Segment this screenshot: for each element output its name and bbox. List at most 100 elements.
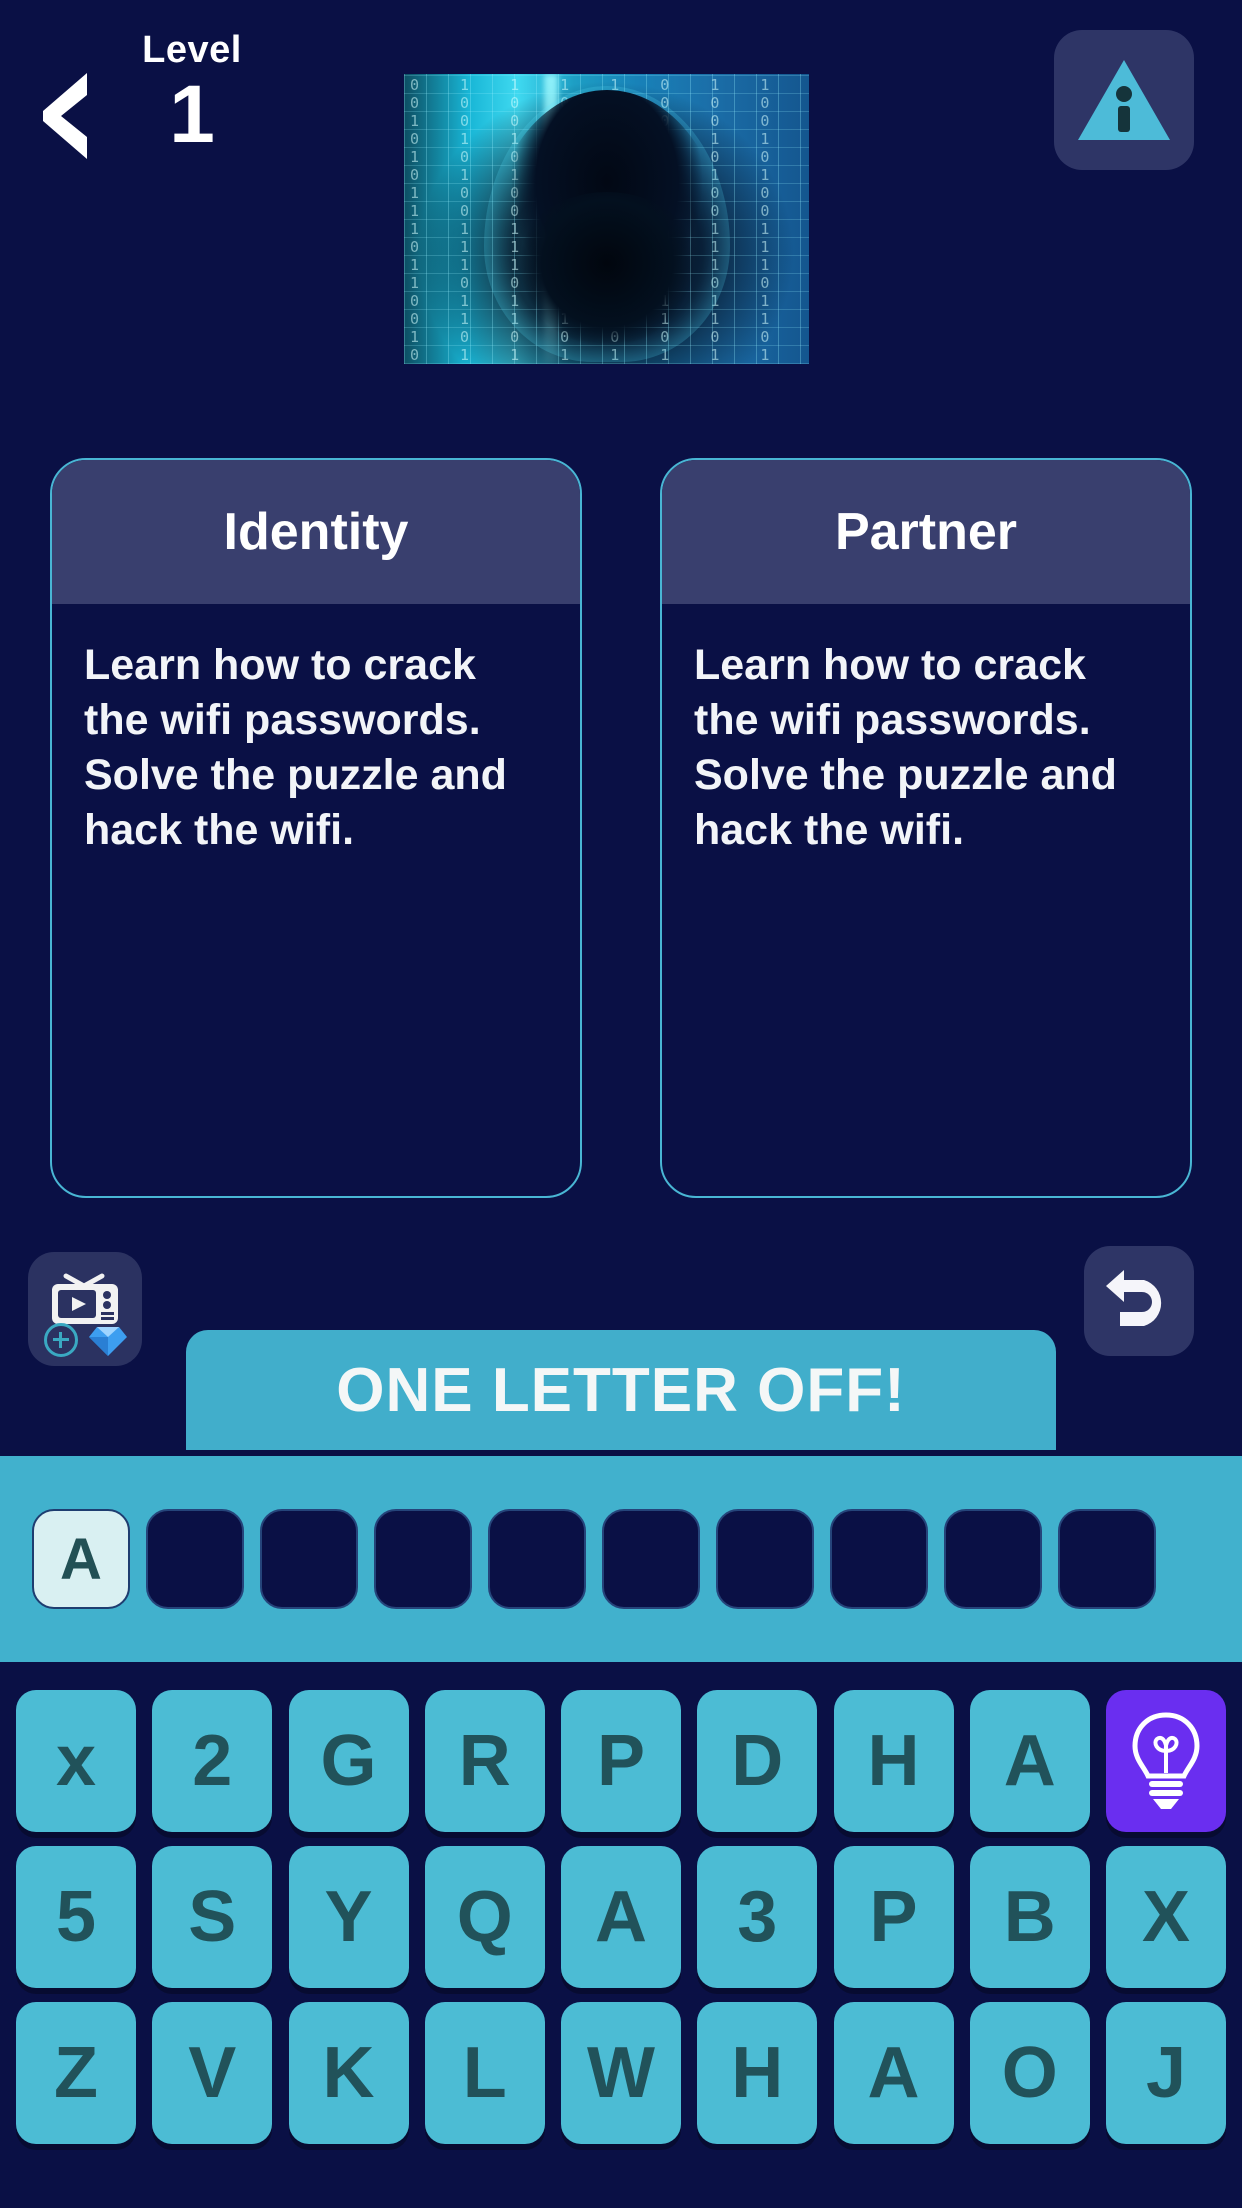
answer-slot-6[interactable] (602, 1509, 700, 1609)
card-partner[interactable]: Partner Learn how to crack the wifi pass… (660, 458, 1192, 1198)
key-label: Z (54, 2037, 98, 2109)
keyboard-row-1: x 2 G R P D H A (16, 1690, 1226, 1832)
key-b-r2c8[interactable]: B (970, 1846, 1090, 1988)
answer-slot-1[interactable]: A (32, 1509, 130, 1609)
key-v-r3c2[interactable]: V (152, 2002, 272, 2144)
key-h-r1c7[interactable]: H (834, 1690, 954, 1832)
card-identity-body: Learn how to crack the wifi passwords. S… (52, 604, 580, 1196)
key-label: 3 (737, 1881, 777, 1953)
key-p-r2c7[interactable]: P (834, 1846, 954, 1988)
status-banner-text: ONE LETTER OFF! (336, 1355, 906, 1426)
key-d-r1c6[interactable]: D (697, 1690, 817, 1832)
card-identity-text: Learn how to crack the wifi passwords. S… (84, 638, 548, 858)
info-cards: Identity Learn how to crack the wifi pas… (50, 458, 1192, 1198)
level-label: Level (112, 28, 272, 72)
key-w-r3c5[interactable]: W (561, 2002, 681, 2144)
key-label: X (1142, 1881, 1190, 1953)
key-k-r3c3[interactable]: K (289, 2002, 409, 2144)
info-triangle-icon (1076, 56, 1172, 144)
key-label: P (597, 1725, 645, 1797)
answer-slot-9[interactable] (944, 1509, 1042, 1609)
key-label: 5 (56, 1881, 96, 1953)
undo-arrow-icon (1104, 1268, 1174, 1334)
level-indicator: Level 1 (112, 28, 272, 158)
key-a-r1c8[interactable]: A (970, 1690, 1090, 1832)
card-identity[interactable]: Identity Learn how to crack the wifi pas… (50, 458, 582, 1198)
face-shadow (509, 192, 705, 362)
key-a-r3c7[interactable]: A (834, 2002, 954, 2144)
card-partner-body: Learn how to crack the wifi passwords. S… (662, 604, 1190, 1196)
key-label: P (869, 1881, 917, 1953)
key-p-r1c5[interactable]: P (561, 1690, 681, 1832)
key-label: A (868, 2037, 920, 2109)
key-label: D (731, 1725, 783, 1797)
key-label: H (731, 2037, 783, 2109)
answer-slot-row: A (0, 1456, 1242, 1662)
key-3-r2c6[interactable]: 3 (697, 1846, 817, 1988)
key-label: A (595, 1881, 647, 1953)
key-label: A (1004, 1725, 1056, 1797)
key-a-r2c5[interactable]: A (561, 1846, 681, 1988)
key-s-r2c2[interactable]: S (152, 1846, 272, 1988)
key-label: S (188, 1881, 236, 1953)
card-partner-header: Partner (662, 460, 1190, 604)
back-button[interactable] (22, 62, 108, 170)
key-label: Q (457, 1881, 513, 1953)
hacker-hero-image: 0 1 1 1 1 0 1 1 0 1 0 0 0 0 0 0 0 0 0 0 … (404, 74, 809, 364)
answer-slot-4[interactable] (374, 1509, 472, 1609)
key-label: O (1002, 2037, 1058, 2109)
key-x-r2c9[interactable]: X (1106, 1846, 1226, 1988)
key-z-r3c1[interactable]: Z (16, 2002, 136, 2144)
lightbulb-icon (1127, 1709, 1205, 1813)
key-label: G (320, 1725, 376, 1797)
key-g-r1c3[interactable]: G (289, 1690, 409, 1832)
answer-slot-7[interactable] (716, 1509, 814, 1609)
keyboard-row-2: 5 S Y Q A 3 P B X (16, 1846, 1226, 1988)
diamond-gem-icon (88, 1324, 128, 1358)
key-h-r3c6[interactable]: H (697, 2002, 817, 2144)
key-label: L (463, 2037, 507, 2109)
plus-circle-icon (44, 1323, 78, 1357)
undo-button[interactable] (1084, 1246, 1194, 1356)
answer-slot-5[interactable] (488, 1509, 586, 1609)
key-label: W (587, 2037, 655, 2109)
key-label: x (56, 1725, 96, 1797)
card-partner-text: Learn how to crack the wifi passwords. S… (694, 638, 1158, 858)
key-5-r2c1[interactable]: 5 (16, 1846, 136, 1988)
keyboard-row-3: ZVKLWHAOJ (16, 2002, 1226, 2144)
status-banner: ONE LETTER OFF! (186, 1330, 1056, 1450)
chevron-left-icon (37, 69, 93, 163)
key-label: V (188, 2037, 236, 2109)
answer-slot-8[interactable] (830, 1509, 928, 1609)
key-label: K (323, 2037, 375, 2109)
card-partner-title: Partner (835, 502, 1017, 562)
key-label: R (459, 1725, 511, 1797)
key-q-r2c4[interactable]: Q (425, 1846, 545, 1988)
letter-keyboard: x 2 G R P D H A 5 S Y Q A 3 P B X Z V K L W H A O J (0, 1690, 1242, 2208)
card-identity-header: Identity (52, 460, 580, 604)
info-button[interactable] (1054, 30, 1194, 170)
key-2-r1c2[interactable]: 2 (152, 1690, 272, 1832)
key-x-r1c1[interactable]: x (16, 1690, 136, 1832)
header: Level 1 0 1 1 1 1 0 1 1 0 1 0 0 0 0 0 0 … (0, 0, 1242, 190)
key-label: H (868, 1725, 920, 1797)
key-label: J (1146, 2037, 1186, 2109)
key-y-r2c3[interactable]: Y (289, 1846, 409, 1988)
answer-slot-10[interactable] (1058, 1509, 1156, 1609)
answer-slot-2[interactable] (146, 1509, 244, 1609)
key-j-r3c9[interactable]: J (1106, 2002, 1226, 2144)
card-identity-title: Identity (224, 502, 409, 562)
key-l-r3c4[interactable]: L (425, 2002, 545, 2144)
answer-slot-3[interactable] (260, 1509, 358, 1609)
key-label: 2 (192, 1725, 232, 1797)
hint-button[interactable] (1106, 1690, 1226, 1832)
key-o-r3c8[interactable]: O (970, 2002, 1090, 2144)
level-number: 1 (112, 72, 272, 158)
watch-ad-button[interactable] (28, 1252, 142, 1366)
tv-video-ad-icon (46, 1262, 124, 1328)
key-r-r1c4[interactable]: R (425, 1690, 545, 1832)
game-screen: Level 1 0 1 1 1 1 0 1 1 0 1 0 0 0 0 0 0 … (0, 0, 1242, 2208)
answer-slot-letter: A (60, 1526, 102, 1593)
key-label: Y (324, 1881, 372, 1953)
key-label: B (1004, 1881, 1056, 1953)
